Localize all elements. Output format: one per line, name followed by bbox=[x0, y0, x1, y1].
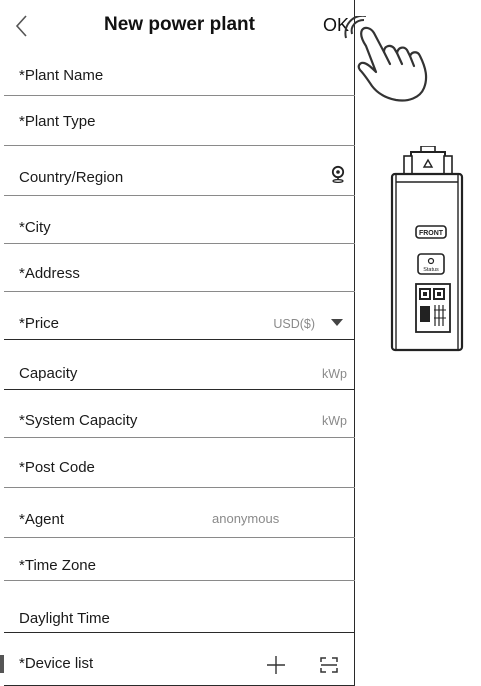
new-plant-form-panel: New power plant OK *Plant Name *Plant Ty… bbox=[4, 0, 355, 686]
daylight-time-row[interactable]: Daylight Time bbox=[4, 581, 355, 633]
address-row[interactable]: *Address bbox=[4, 244, 355, 292]
microinverter-device-image: FRONT Status bbox=[390, 146, 464, 352]
post-code-row[interactable]: *Post Code bbox=[4, 438, 355, 488]
header-bar: New power plant OK bbox=[4, 0, 355, 52]
capacity-unit: kWp bbox=[322, 367, 347, 381]
front-label: FRONT bbox=[419, 230, 444, 237]
plant-name-label: *Plant Name bbox=[19, 67, 104, 84]
price-currency-value: USD($) bbox=[273, 317, 315, 331]
post-code-label: *Post Code bbox=[19, 459, 95, 476]
agent-label: *Agent bbox=[19, 511, 65, 528]
capacity-row[interactable]: Capacity kWp bbox=[4, 340, 355, 390]
time-zone-label: *Time Zone bbox=[19, 557, 96, 574]
country-region-row[interactable]: Country/Region bbox=[4, 146, 355, 196]
system-capacity-unit: kWp bbox=[322, 414, 347, 428]
page-title: New power plant bbox=[104, 14, 255, 35]
caret-down-icon[interactable] bbox=[331, 319, 343, 327]
city-label: *City bbox=[19, 219, 51, 236]
device-list-row[interactable]: *Device list bbox=[4, 633, 355, 686]
plus-icon[interactable] bbox=[266, 655, 286, 675]
country-region-label: Country/Region bbox=[19, 169, 124, 186]
plant-type-label: *Plant Type bbox=[19, 113, 96, 130]
hand-pointer-icon bbox=[344, 16, 428, 102]
daylight-time-label: Daylight Time bbox=[19, 610, 110, 627]
scroll-indicator bbox=[0, 655, 4, 673]
address-label: *Address bbox=[19, 265, 80, 282]
plant-name-row[interactable]: *Plant Name bbox=[4, 52, 355, 96]
scan-icon[interactable] bbox=[320, 657, 338, 673]
price-row[interactable]: *Price USD($) bbox=[4, 292, 355, 340]
plant-type-row[interactable]: *Plant Type bbox=[4, 96, 355, 146]
status-label: Status bbox=[423, 267, 439, 273]
capacity-label: Capacity bbox=[19, 365, 78, 382]
time-zone-row[interactable]: *Time Zone bbox=[4, 538, 355, 581]
system-capacity-label: *System Capacity bbox=[19, 412, 138, 429]
agent-row[interactable]: *Agent anonymous bbox=[4, 488, 355, 538]
device-list-label: *Device list bbox=[19, 655, 94, 672]
location-pin-icon[interactable] bbox=[331, 165, 345, 183]
system-capacity-row[interactable]: *System Capacity kWp bbox=[4, 390, 355, 438]
city-row[interactable]: *City bbox=[4, 196, 355, 244]
price-label: *Price bbox=[19, 315, 60, 332]
agent-value: anonymous bbox=[212, 511, 280, 526]
